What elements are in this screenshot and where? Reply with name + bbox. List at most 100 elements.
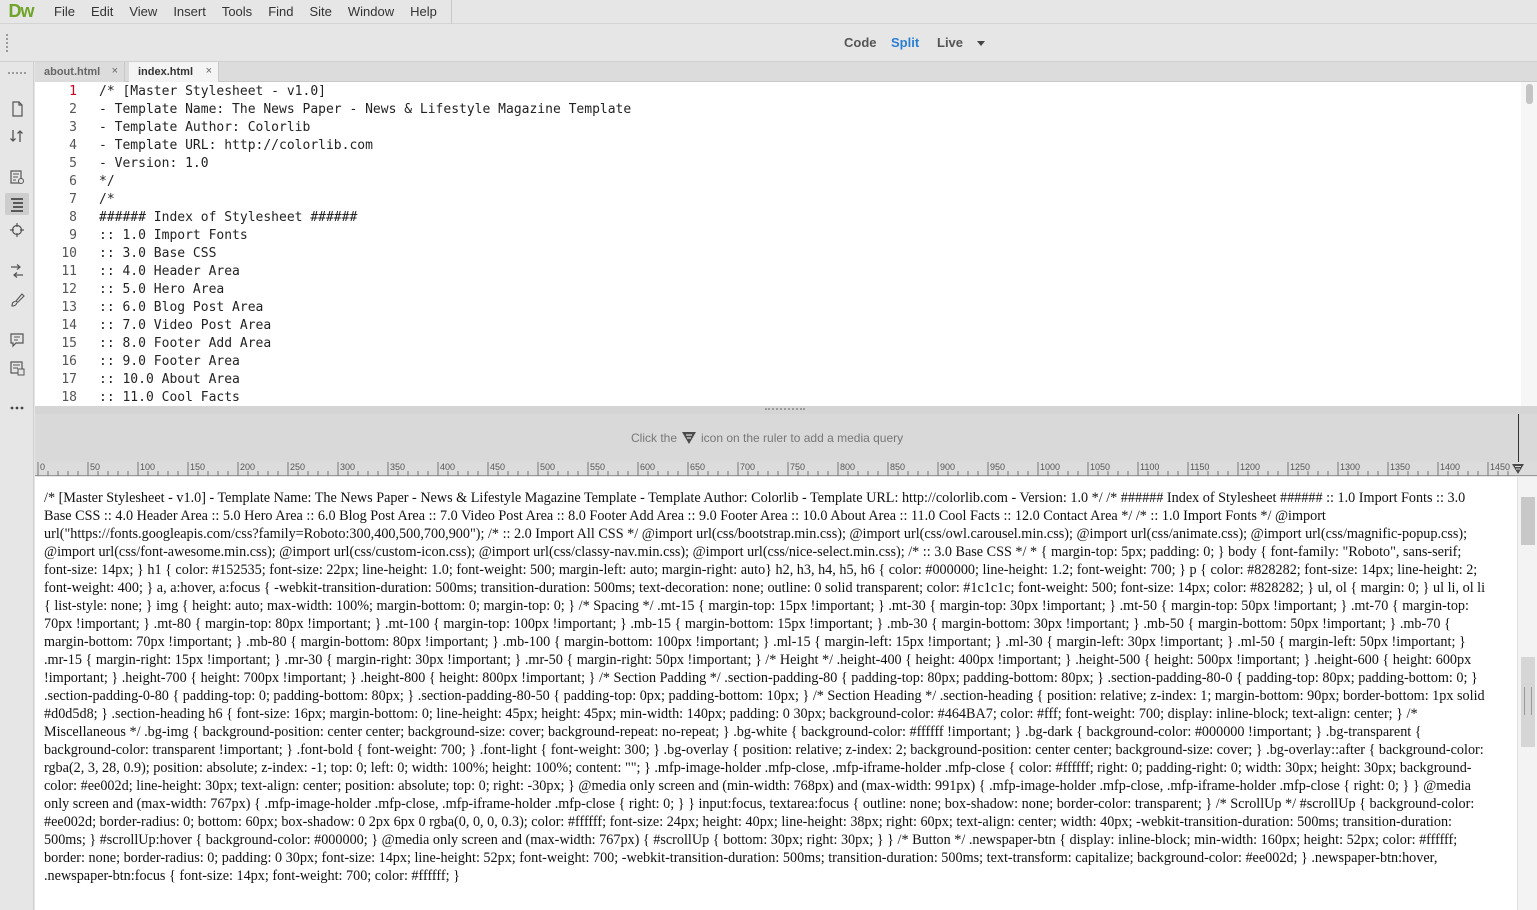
line-text: :: 5.0 Hero Area bbox=[99, 282, 225, 297]
code-line[interactable]: 14:: 7.0 Video Post Area bbox=[35, 317, 1505, 335]
close-icon[interactable]: × bbox=[112, 65, 118, 77]
code-line[interactable]: 2 - Template Name: The News Paper - News … bbox=[35, 101, 1505, 119]
resize-grip-icon bbox=[1524, 687, 1532, 715]
menu-insert[interactable]: Insert bbox=[165, 0, 214, 24]
split-divider[interactable] bbox=[35, 406, 1537, 414]
line-number: 15 bbox=[61, 336, 77, 351]
live-dropdown-chevron-icon[interactable] bbox=[977, 41, 985, 46]
code-scrollbar[interactable] bbox=[1521, 82, 1537, 406]
tab-index-html[interactable]: index.html × bbox=[129, 62, 219, 82]
ruler-tick-label: 1400 bbox=[1440, 462, 1461, 472]
sort-icon[interactable] bbox=[5, 125, 29, 147]
media-query-hint-after: icon on the ruler to add a media query bbox=[701, 431, 904, 445]
line-number: 13 bbox=[61, 300, 77, 315]
line-number: 8 bbox=[69, 210, 77, 225]
line-text: :: 9.0 Footer Area bbox=[99, 354, 240, 369]
ruler-tick-label: 150 bbox=[190, 462, 206, 472]
line-number: 10 bbox=[61, 246, 77, 261]
tab-about-html[interactable]: about.html × bbox=[35, 62, 125, 82]
transform-icon[interactable] bbox=[5, 260, 29, 282]
line-text: :: 4.0 Header Area bbox=[99, 264, 240, 279]
toolbar-grip[interactable] bbox=[6, 34, 8, 52]
code-line[interactable]: 8 ###### Index of Stylesheet ###### bbox=[35, 209, 1505, 227]
code-line[interactable]: 1 /* [Master Stylesheet - v1.0] bbox=[35, 83, 1505, 101]
code-line[interactable]: 10:: 3.0 Base CSS bbox=[35, 245, 1505, 263]
app-logo[interactable]: Dw bbox=[0, 0, 42, 24]
menu-tools[interactable]: Tools bbox=[214, 0, 260, 24]
code-editor[interactable]: 1 /* [Master Stylesheet - v1.0] 2 - Templat… bbox=[35, 82, 1537, 406]
menu-bar: Dw File Edit View Insert Tools Find Site Window… bbox=[0, 0, 1537, 24]
divider-grip[interactable] bbox=[765, 408, 805, 411]
line-text: :: 1.0 Import Fonts bbox=[99, 228, 248, 243]
code-line[interactable]: 17:: 10.0 About Area bbox=[35, 371, 1505, 389]
line-number: 18 bbox=[61, 390, 77, 405]
ruler-tick-label: 750 bbox=[790, 462, 806, 472]
toolbar-grip[interactable] bbox=[8, 72, 26, 74]
code-line[interactable]: 11:: 4.0 Header Area bbox=[35, 263, 1505, 281]
code-line[interactable]: 13:: 6.0 Blog Post Area bbox=[35, 299, 1505, 317]
code-line[interactable]: 18:: 11.0 Cool Facts bbox=[35, 389, 1505, 406]
menu-window[interactable]: Window bbox=[340, 0, 402, 24]
code-line[interactable]: 7 /* bbox=[35, 191, 1505, 209]
live-scrollbar-thumb[interactable] bbox=[1521, 497, 1535, 545]
target-icon[interactable] bbox=[5, 219, 29, 241]
menu-edit[interactable]: Edit bbox=[83, 0, 121, 24]
ruler-tick-label: 200 bbox=[240, 462, 256, 472]
line-text: - Version: 1.0 bbox=[99, 156, 209, 171]
comment-icon[interactable] bbox=[5, 329, 29, 351]
more-icon[interactable] bbox=[5, 397, 29, 419]
live-scrollbar[interactable] bbox=[1517, 477, 1537, 910]
line-text: - Template Name: The News Paper - News &… bbox=[99, 102, 632, 117]
line-text: /* [Master Stylesheet - v1.0] bbox=[99, 84, 326, 99]
line-number: 4 bbox=[69, 138, 77, 153]
properties-icon[interactable] bbox=[5, 166, 29, 188]
code-line[interactable]: 5 - Version: 1.0 bbox=[35, 155, 1505, 173]
files-icon[interactable] bbox=[5, 98, 29, 120]
split-view-button[interactable]: Split bbox=[891, 35, 919, 50]
code-scrollbar-thumb[interactable] bbox=[1526, 84, 1533, 104]
snippets-icon[interactable] bbox=[5, 357, 29, 379]
ruler-tick-label: 500 bbox=[540, 462, 556, 472]
code-line[interactable]: 12:: 5.0 Hero Area bbox=[35, 281, 1505, 299]
code-view-button[interactable]: Code bbox=[844, 35, 877, 50]
document-tabs: about.html × index.html × bbox=[35, 62, 1537, 82]
line-text: - Template URL: http://colorlib.com bbox=[99, 138, 373, 153]
ruler-tick-label: 1050 bbox=[1090, 462, 1111, 472]
brush-icon[interactable] bbox=[5, 289, 29, 311]
code-line[interactable]: 16:: 9.0 Footer Area bbox=[35, 353, 1505, 371]
code-line[interactable]: 9:: 1.0 Import Fonts bbox=[35, 227, 1505, 245]
ruler-tick-label: 850 bbox=[890, 462, 906, 472]
line-text: :: 3.0 Base CSS bbox=[99, 246, 217, 261]
code-line[interactable]: 15:: 8.0 Footer Add Area bbox=[35, 335, 1505, 353]
line-number: 7 bbox=[69, 192, 77, 207]
live-view-content: /* [Master Stylesheet - v1.0] - Template… bbox=[44, 490, 1486, 884]
live-view-button[interactable]: Live bbox=[937, 35, 963, 50]
menu-site[interactable]: Site bbox=[301, 0, 339, 24]
menu-view[interactable]: View bbox=[121, 0, 165, 24]
media-query-hint: Click the icon on the ruler to add a med… bbox=[631, 431, 903, 445]
line-number: 17 bbox=[61, 372, 77, 387]
menu-find[interactable]: Find bbox=[260, 0, 301, 24]
menu-help[interactable]: Help bbox=[402, 0, 445, 24]
line-text: :: 7.0 Video Post Area bbox=[99, 318, 272, 333]
dom-icon[interactable] bbox=[5, 193, 29, 215]
media-query-hint-before: Click the bbox=[631, 431, 678, 445]
live-view[interactable]: /* [Master Stylesheet - v1.0] - Template… bbox=[35, 477, 1537, 910]
media-query-ruler[interactable]: 0 50 100 150 200 250 300 350 400 450 500 550 600 650 7… bbox=[35, 462, 1537, 476]
code-line[interactable]: 6 */ bbox=[35, 173, 1505, 191]
line-text: :: 10.0 About Area bbox=[99, 372, 240, 387]
line-number: 5 bbox=[69, 156, 77, 171]
line-number: 3 bbox=[69, 120, 77, 135]
close-icon[interactable]: × bbox=[206, 65, 212, 77]
line-number: 1 bbox=[69, 84, 77, 99]
menu-file[interactable]: File bbox=[46, 0, 83, 24]
tab-label: about.html bbox=[44, 66, 101, 78]
line-number: 14 bbox=[61, 318, 77, 333]
ruler-marker-icon[interactable] bbox=[1511, 463, 1525, 475]
line-number: 6 bbox=[69, 174, 77, 189]
line-text: - Template Author: Colorlib bbox=[99, 120, 311, 135]
code-line[interactable]: 4 - Template URL: http://colorlib.com bbox=[35, 137, 1505, 155]
media-query-marker-icon bbox=[681, 431, 697, 445]
code-line[interactable]: 3 - Template Author: Colorlib bbox=[35, 119, 1505, 137]
ruler-tick-label: 450 bbox=[490, 462, 506, 472]
